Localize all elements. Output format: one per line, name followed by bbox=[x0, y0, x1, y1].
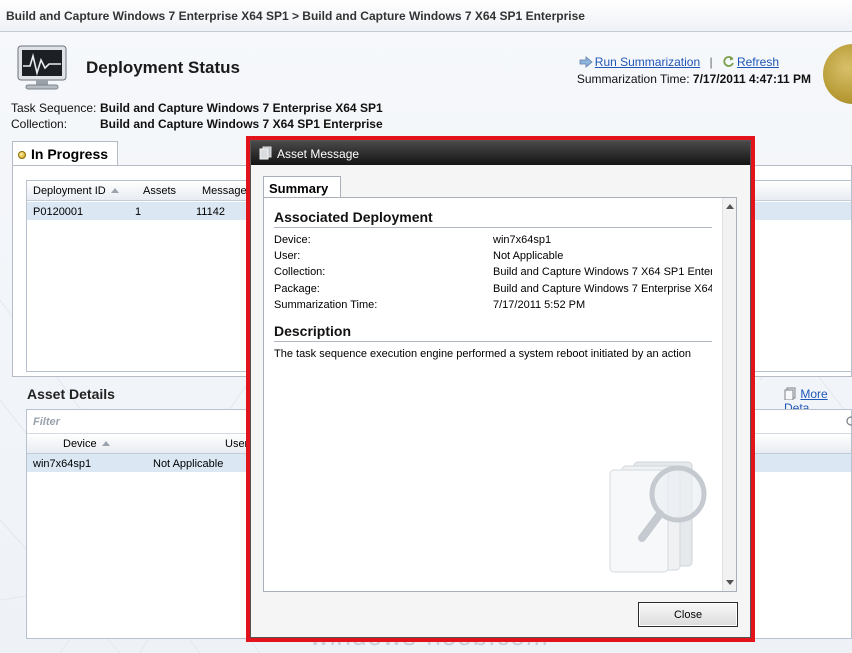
column-header-assets[interactable]: Assets bbox=[143, 185, 176, 197]
search-icon[interactable] bbox=[845, 415, 852, 427]
sort-ascending-icon bbox=[101, 441, 110, 446]
cell-device: win7x64sp1 bbox=[33, 458, 92, 470]
summarization-time: Summarization Time: 7/17/2011 4:47:11 PM bbox=[577, 72, 811, 86]
refresh-link[interactable]: Refresh bbox=[737, 55, 779, 69]
column-header-user[interactable]: User bbox=[225, 438, 248, 450]
summarization-time-label: Summarization Time: bbox=[576, 72, 690, 86]
tab-in-progress-label: In Progress bbox=[31, 146, 109, 162]
header-actions: Run Summarization | Refresh bbox=[579, 55, 779, 71]
collection-row: Collection: Build and Capture Windows 7 … bbox=[11, 117, 383, 131]
collection-value: Build and Capture Windows 7 X64 SP1 Ente… bbox=[100, 117, 383, 131]
highlight-frame bbox=[246, 136, 755, 642]
separator: | bbox=[709, 55, 713, 69]
asset-details-title: Asset Details bbox=[27, 386, 115, 402]
column-header-message[interactable]: Message bbox=[202, 185, 247, 197]
column-header-deployment-id[interactable]: Deployment ID bbox=[33, 185, 119, 197]
cell-deployment-id: P0120001 bbox=[33, 206, 84, 218]
summarization-time-value: 7/17/2011 4:47:11 PM bbox=[692, 72, 811, 86]
breadcrumb-text: Build and Capture Windows 7 Enterprise X… bbox=[6, 9, 585, 23]
cell-message: 11142 bbox=[196, 206, 225, 218]
filter-placeholder: Filter bbox=[33, 416, 60, 428]
run-summarization-icon bbox=[579, 56, 593, 68]
monitor-icon bbox=[17, 45, 67, 90]
refresh-icon bbox=[723, 56, 734, 67]
decorative-orb bbox=[823, 44, 852, 104]
collection-label: Collection: bbox=[11, 117, 68, 131]
tab-in-progress[interactable]: In Progress bbox=[12, 141, 118, 166]
cell-user: Not Applicable bbox=[153, 458, 224, 470]
documents-icon bbox=[784, 387, 796, 401]
status-dot-icon bbox=[18, 151, 26, 159]
page-title: Deployment Status bbox=[86, 58, 240, 77]
task-sequence-row: Task Sequence: Build and Capture Windows… bbox=[11, 101, 383, 115]
cell-assets: 1 bbox=[135, 206, 142, 218]
run-summarization-link[interactable]: Run Summarization bbox=[595, 55, 700, 69]
task-sequence-label: Task Sequence: bbox=[11, 101, 97, 115]
task-sequence-value: Build and Capture Windows 7 Enterprise X… bbox=[100, 101, 383, 115]
column-header-device[interactable]: Device bbox=[63, 438, 110, 450]
sort-ascending-icon bbox=[110, 188, 119, 193]
breadcrumb: Build and Capture Windows 7 Enterprise X… bbox=[0, 0, 852, 32]
deployment-status-window: Build and Capture Windows 7 Enterprise X… bbox=[0, 0, 852, 653]
